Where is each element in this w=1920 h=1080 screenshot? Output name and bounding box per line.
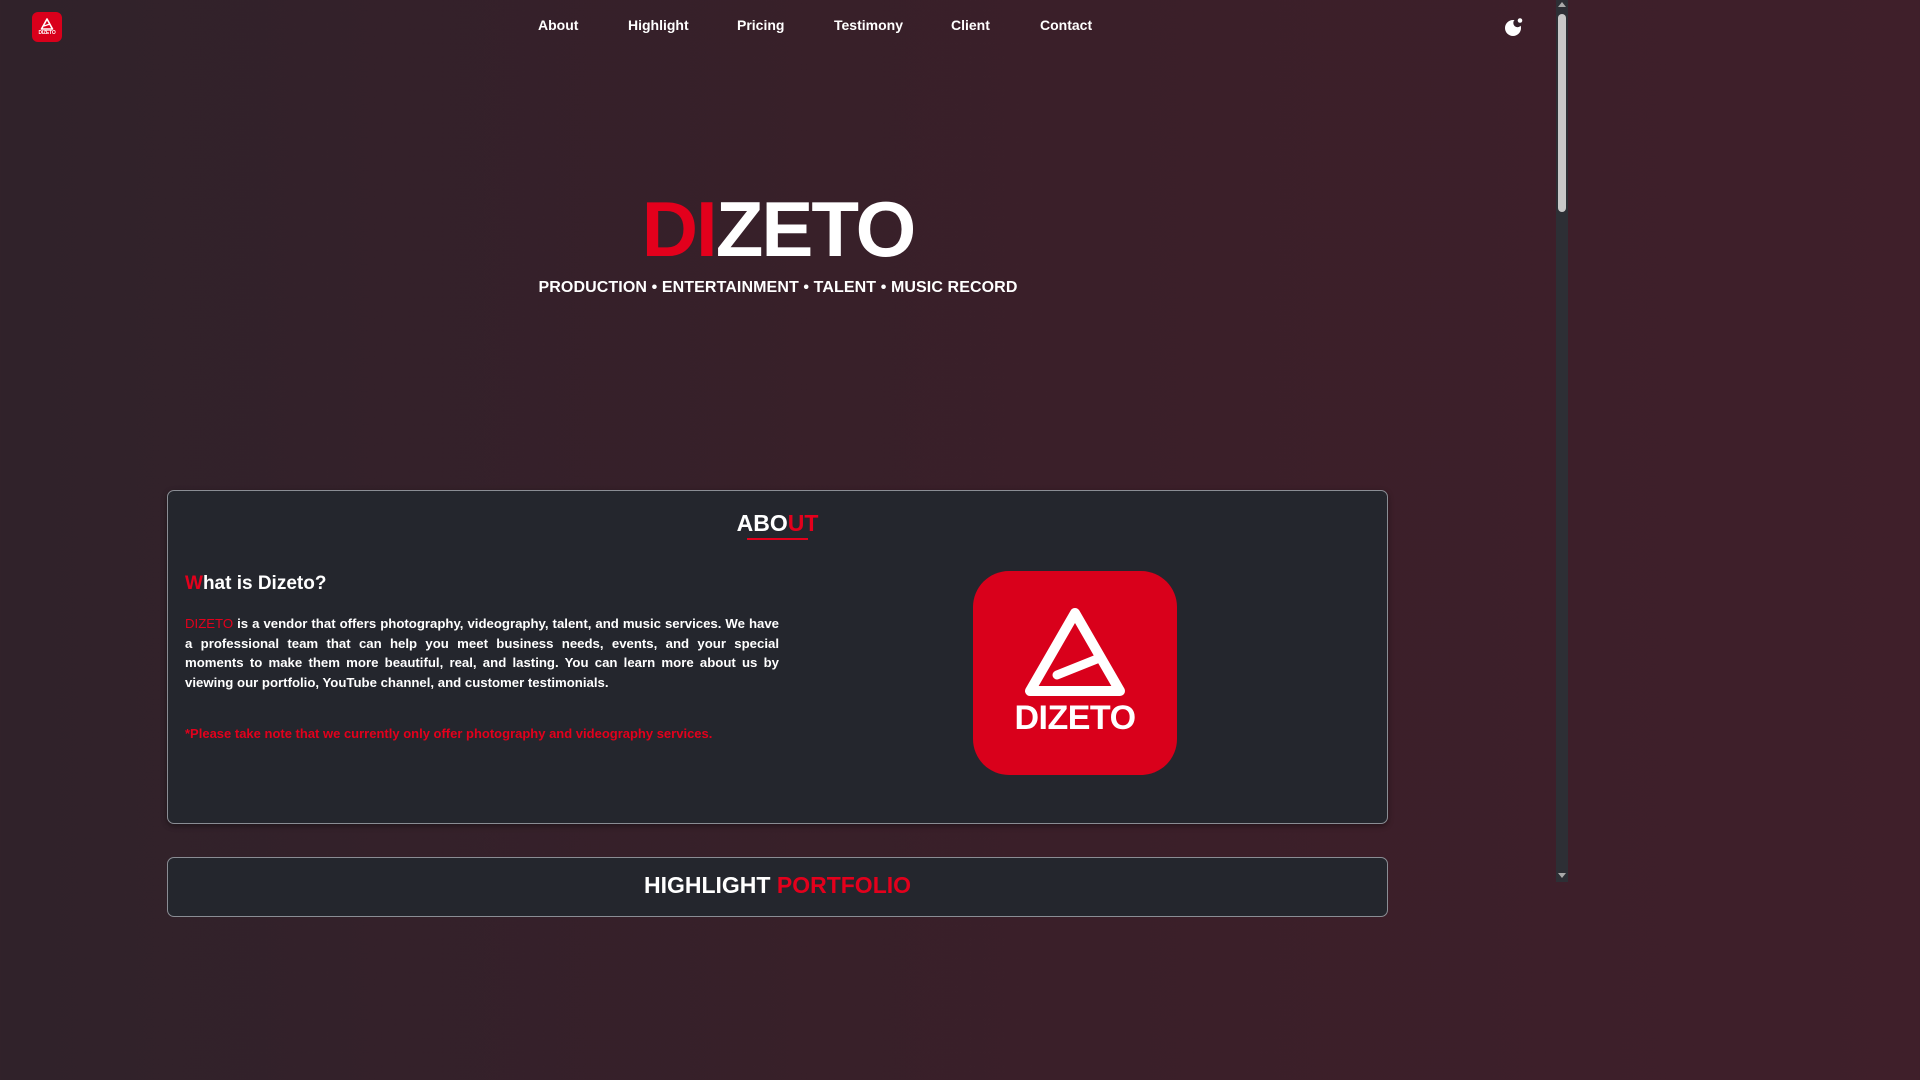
hero-title-accent: DI: [641, 185, 718, 273]
about-question: What is Dizeto?: [185, 573, 326, 595]
about-logo: DIZETO: [973, 571, 1177, 775]
nav-testimony[interactable]: Testimony: [834, 17, 903, 33]
brand-logo[interactable]: DIZETO: [32, 12, 62, 42]
nav-pricing[interactable]: Pricing: [737, 17, 784, 33]
scroll-up-arrow-icon[interactable]: [1558, 2, 1566, 7]
hero-title: DIZETO: [0, 186, 1556, 272]
about-logo-text: DIZETO: [1014, 699, 1136, 737]
hero-subtitle: PRODUCTION • ENTERTAINMENT • TALENT • MU…: [538, 279, 1018, 296]
about-brand-name: DIZETO: [185, 616, 234, 631]
about-paragraph-text: is a vendor that offers photography, vid…: [185, 616, 779, 690]
theme-toggle-button[interactable]: [1504, 17, 1524, 37]
about-question-rest: hat is Dizeto?: [202, 573, 327, 594]
brand-logo-label: DIZETO: [38, 30, 56, 36]
highlight-section: HIGHLIGHT PORTFOLIO: [167, 857, 1388, 917]
dizeto-logo-icon: [40, 18, 54, 30]
nav-highlight[interactable]: Highlight: [628, 17, 689, 33]
nav-about[interactable]: About: [538, 17, 578, 33]
scroll-down-arrow-icon[interactable]: [1558, 873, 1566, 878]
nav-contact[interactable]: Contact: [1040, 17, 1092, 33]
about-title-accent: UT: [787, 510, 819, 536]
about-title-main: ABO: [736, 510, 788, 536]
moon-icon: [1505, 18, 1523, 36]
dizeto-logo-icon: [1025, 608, 1125, 696]
about-section: ABOUT What is Dizeto? DIZETO is a vendor…: [167, 490, 1388, 824]
about-paragraph: DIZETO is a vendor that offers photograp…: [185, 614, 779, 692]
top-navbar: DIZETO About Highlight Pricing Testimony…: [0, 0, 1556, 52]
highlight-title-accent: PORTFOLIO: [776, 872, 912, 898]
about-question-accent: W: [185, 573, 203, 594]
service-note: *Please take note that we currently only…: [185, 726, 713, 741]
hero-title-rest: ZETO: [715, 185, 917, 273]
about-title: ABOUT: [168, 510, 1387, 540]
nav-client[interactable]: Client: [951, 17, 990, 33]
title-underline: [746, 538, 809, 540]
scrollbar-thumb[interactable]: [1558, 14, 1566, 212]
highlight-title: HIGHLIGHT PORTFOLIO: [168, 872, 1387, 899]
highlight-title-main: HIGHLIGHT: [643, 872, 777, 898]
